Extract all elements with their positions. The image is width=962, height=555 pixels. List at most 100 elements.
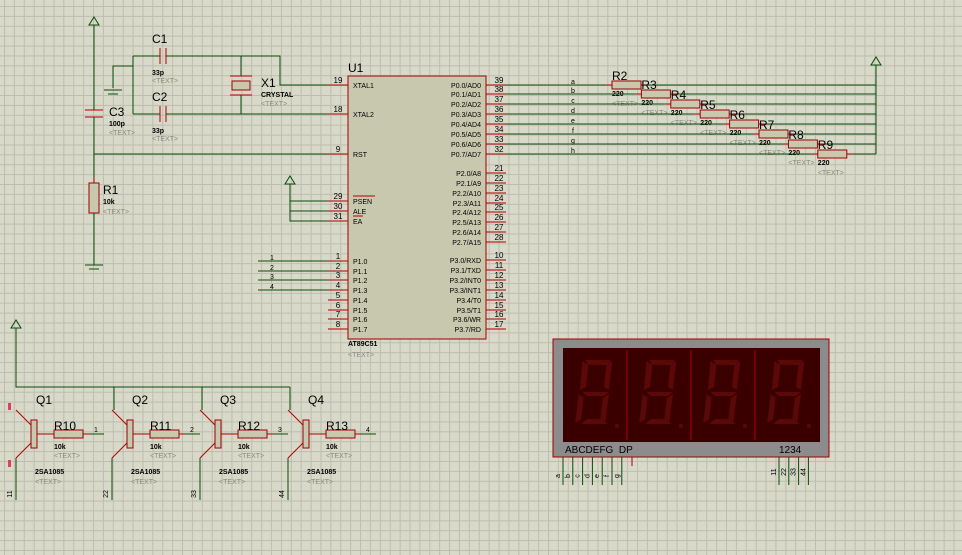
net-label: 4 bbox=[366, 427, 370, 434]
net-label: a bbox=[555, 474, 562, 478]
pin-name: P3.7/RD bbox=[455, 327, 481, 334]
resistor-ref: R6 bbox=[730, 108, 746, 122]
port0-pullup-network: a R2220<TEXT>b R3220<TEXT>c R4220<TEXT>d R52… bbox=[506, 56, 882, 177]
pin-number: 24 bbox=[495, 194, 504, 203]
transistor-Q1[interactable]: Q12SA1085<TEXT>R1010k<TEXT>111 bbox=[7, 393, 104, 500]
resistor-ref: R9 bbox=[818, 138, 834, 152]
resistor-ref: R7 bbox=[759, 118, 775, 132]
net-label-d: d bbox=[571, 108, 575, 115]
wire bbox=[111, 409, 128, 426]
wire bbox=[287, 442, 304, 459]
pin-name: P2.4/A12 bbox=[452, 210, 481, 217]
x1-ref: X1 bbox=[261, 76, 276, 90]
probe-marker bbox=[8, 403, 11, 410]
seven-segment-display[interactable]: ABCDEFG DP 1234 a b c d e f g 11 22 33 44 bbox=[552, 338, 830, 485]
transistor-text: <TEXT> bbox=[131, 479, 157, 486]
pin-name: P3.5/T1 bbox=[456, 308, 481, 315]
transistor-part: 2SA1085 bbox=[219, 469, 248, 476]
pin-name: P1.6 bbox=[353, 317, 368, 324]
pin-name: P2.3/A11 bbox=[453, 201, 481, 208]
transistor-ref: Q2 bbox=[132, 393, 148, 407]
r1-ref: R1 bbox=[103, 183, 119, 197]
pin-name: P1.7 bbox=[353, 327, 368, 334]
pin-name: PSEN bbox=[353, 199, 372, 206]
c3-value: 100p bbox=[109, 121, 125, 128]
resistor-text: <TEXT> bbox=[326, 453, 352, 460]
pin-number: 5 bbox=[336, 291, 341, 300]
wire bbox=[287, 409, 304, 426]
net-label-h: h bbox=[571, 148, 575, 155]
segment-a bbox=[584, 360, 612, 365]
pin-number: 25 bbox=[495, 203, 504, 212]
transistor-text: <TEXT> bbox=[219, 479, 245, 486]
net-label-1: 1 bbox=[270, 255, 274, 262]
pin-number: 35 bbox=[495, 115, 504, 124]
resistor-ref: R2 bbox=[612, 69, 628, 83]
segment-dp bbox=[615, 424, 619, 428]
transistor-base bbox=[126, 419, 134, 449]
resistor-value: 10k bbox=[326, 444, 338, 451]
pin-name: P2.7/A15 bbox=[452, 240, 481, 247]
pin-name: P2.0/A8 bbox=[456, 171, 481, 178]
segment-dp bbox=[807, 424, 811, 428]
wire bbox=[15, 334, 290, 388]
resistor-ref: R8 bbox=[788, 128, 804, 142]
transistor-part: 2SA1085 bbox=[35, 469, 64, 476]
pin-name: P1.4 bbox=[353, 298, 368, 305]
pin-number: 28 bbox=[495, 233, 504, 242]
wire bbox=[199, 442, 216, 459]
wire bbox=[199, 409, 216, 426]
power-arrow bbox=[284, 175, 296, 185]
net-label: g bbox=[614, 474, 621, 478]
transistor-ref: Q3 bbox=[220, 393, 236, 407]
power-terminal-icon bbox=[870, 56, 882, 71]
r1-text: <TEXT> bbox=[103, 209, 129, 216]
segment-pin-label: ABCDEFG DP bbox=[565, 445, 633, 456]
c1-ref: C1 bbox=[152, 32, 168, 46]
c3-ref: C3 bbox=[109, 105, 125, 119]
power-arrow bbox=[870, 56, 882, 66]
segment-dp bbox=[743, 424, 747, 428]
pin-name: P2.1/A9 bbox=[456, 181, 481, 188]
u1-at89c51[interactable]: U1AT89C51<TEXT>19XTAL118XTAL29RST29PSEN3… bbox=[328, 61, 506, 359]
transistor-Q3[interactable]: Q32SA1085<TEXT>R1210k<TEXT>333 bbox=[191, 387, 288, 500]
segment-a bbox=[776, 360, 804, 365]
net-label-c: c bbox=[571, 98, 575, 105]
pin-number: 16 bbox=[495, 310, 504, 319]
transistor-ref: Q1 bbox=[36, 393, 52, 407]
pin-number: 17 bbox=[495, 320, 504, 329]
resistor-ref: R12 bbox=[238, 419, 260, 433]
net-label: 1 bbox=[94, 427, 98, 434]
r1-value: 10k bbox=[103, 199, 115, 206]
pin-number: 22 bbox=[495, 174, 504, 183]
resistor-value: 10k bbox=[54, 444, 66, 451]
pin-name: P3.6/WR bbox=[453, 317, 481, 324]
wire bbox=[112, 65, 133, 88]
pin-name: XTAL1 bbox=[353, 83, 374, 90]
transistor-base bbox=[302, 419, 310, 449]
pin-number: 30 bbox=[334, 202, 343, 211]
net-label: 2 bbox=[190, 427, 194, 434]
resistor-value: 10k bbox=[238, 444, 250, 451]
pin-name: P3.2/INT0 bbox=[449, 278, 481, 285]
pin-name: ALE bbox=[353, 209, 367, 216]
pin-name: P1.1 bbox=[353, 269, 368, 276]
r1-body bbox=[88, 182, 100, 214]
pin-number: 18 bbox=[334, 105, 343, 114]
pin-number: 27 bbox=[495, 223, 504, 232]
pin-number: 21 bbox=[495, 164, 504, 173]
net-label-g: g bbox=[571, 138, 575, 145]
c2-ref: C2 bbox=[152, 90, 168, 104]
resistor-ref: R10 bbox=[54, 419, 76, 433]
resistor-ref: R11 bbox=[150, 419, 171, 433]
transistor-Q4[interactable]: Q42SA1085<TEXT>R1310k<TEXT>444 bbox=[279, 387, 376, 500]
pin-name: RST bbox=[353, 152, 368, 159]
net-label-2: 2 bbox=[270, 265, 274, 272]
schematic-canvas[interactable]: U1AT89C51<TEXT>19XTAL118XTAL29RST29PSEN3… bbox=[0, 0, 962, 555]
pin-name: EA bbox=[353, 219, 363, 226]
transistor-Q2[interactable]: Q22SA1085<TEXT>R1110k<TEXT>222 bbox=[103, 387, 200, 500]
segment-a bbox=[648, 360, 676, 365]
net-label: 44 bbox=[800, 468, 807, 476]
pin-name: P3.3/INT1 bbox=[449, 288, 481, 295]
c2-text: <TEXT> bbox=[152, 136, 178, 143]
